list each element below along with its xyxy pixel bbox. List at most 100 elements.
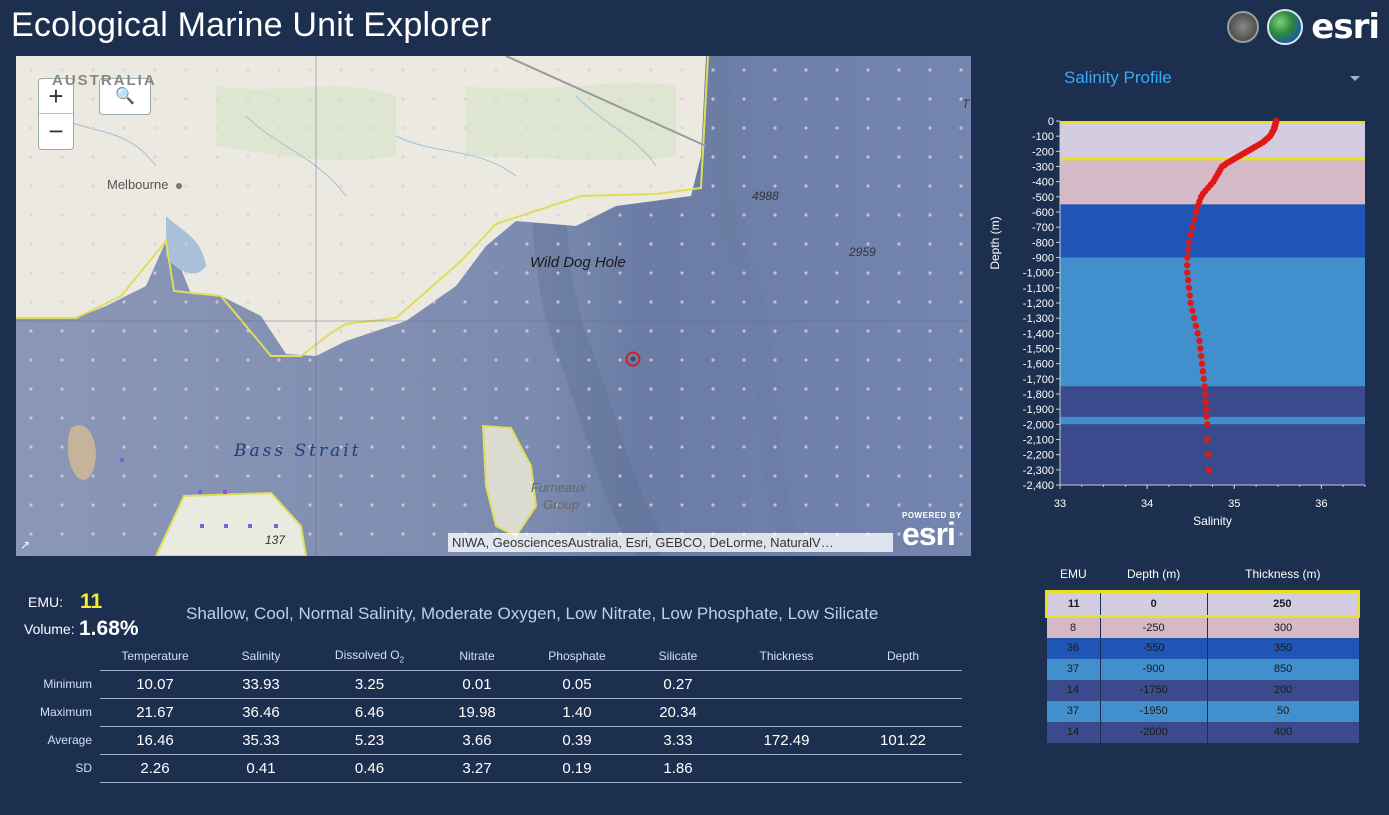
y-tick-label: 0 bbox=[1048, 116, 1054, 128]
salinity-data-point bbox=[1204, 451, 1212, 458]
salinity-data-point bbox=[1203, 405, 1210, 413]
emu-table-cell-emu: 14 bbox=[1046, 721, 1101, 743]
stats-header-salinity: Salinity bbox=[210, 643, 312, 671]
stats-cell: 10.07 bbox=[100, 670, 210, 699]
stats-row-label: Maximum bbox=[39, 705, 92, 719]
emu-table-cell-emu: 8 bbox=[1046, 616, 1101, 638]
salinity-data-point bbox=[1191, 216, 1198, 223]
stats-cell: 21.67 bbox=[100, 698, 210, 727]
salinity-data-point bbox=[1186, 292, 1194, 299]
y-tick-label: -900 bbox=[1032, 253, 1054, 265]
stats-cell: 33.93 bbox=[210, 670, 312, 699]
stats-header-o2-subscript: 2 bbox=[399, 655, 405, 665]
profile-band bbox=[1060, 386, 1365, 417]
emu-table-row[interactable]: 8 -250 300 bbox=[1046, 616, 1359, 638]
salinity-data-point bbox=[1185, 239, 1193, 246]
zoom-out-button[interactable]: − bbox=[39, 114, 73, 149]
stats-cell bbox=[729, 698, 844, 727]
emu-description: Shallow, Cool, Normal Salinity, Moderate… bbox=[186, 604, 879, 623]
emu-table-cell-emu: 14 bbox=[1046, 679, 1101, 701]
emu-table-cell-emu: 36 bbox=[1046, 637, 1101, 659]
emu-table-row[interactable]: 36 -550 350 bbox=[1046, 637, 1359, 659]
stats-cell: 0.46 bbox=[312, 754, 427, 783]
salinity-data-point bbox=[1204, 436, 1211, 443]
map-label-group: Group bbox=[543, 497, 580, 512]
emu-stats-table: Temperature Salinity Dissolved O2 Nitrat… bbox=[30, 643, 962, 783]
stats-cell: 0.19 bbox=[527, 754, 627, 783]
salinity-data-point bbox=[1192, 322, 1200, 329]
map-label-depth-137: 137 bbox=[265, 533, 286, 547]
y-tick-label: -1,700 bbox=[1023, 374, 1054, 386]
map-label-australia: AUSTRALIA bbox=[52, 72, 157, 89]
stats-cell: 5.23 bbox=[312, 726, 427, 755]
x-tick-label: 35 bbox=[1228, 498, 1240, 510]
emu-table-cell-thickness: 850 bbox=[1207, 658, 1359, 680]
powered-by-esri-logo: POWERED BY esri bbox=[902, 511, 962, 550]
stats-row: Minimum 10.07 33.93 3.25 0.01 0.05 0.27 bbox=[30, 670, 962, 699]
stats-cell: 101.22 bbox=[844, 726, 962, 755]
emu-col-header: EMU bbox=[1059, 567, 1087, 581]
app-title: Ecological Marine Unit Explorer bbox=[11, 6, 492, 44]
emu-label: EMU: bbox=[28, 594, 63, 610]
esri-globe-icon bbox=[1267, 9, 1304, 45]
y-tick-label: -2,200 bbox=[1023, 450, 1054, 462]
emu-table-row[interactable]: 11 0 250 bbox=[1045, 590, 1361, 618]
salinity-data-point bbox=[1184, 261, 1191, 269]
salinity-data-point bbox=[1187, 231, 1194, 238]
emu-table-row[interactable]: 37 -900 850 bbox=[1046, 658, 1359, 680]
emu-layer-table: EMU Depth (m) Thickness (m) 11 0 250 8 -250 3… bbox=[1045, 565, 1361, 743]
emu-table-row[interactable]: 37 -1950 50 bbox=[1046, 700, 1359, 722]
stats-cell: 172.49 bbox=[729, 726, 844, 755]
stats-cell: 3.66 bbox=[427, 726, 527, 755]
salinity-data-point bbox=[1204, 421, 1211, 428]
salinity-data-point bbox=[1189, 307, 1196, 314]
emu-table-cell-thickness: 250 bbox=[1207, 590, 1361, 618]
salinity-data-point bbox=[1202, 398, 1209, 405]
y-tick-label: -1,100 bbox=[1023, 283, 1054, 295]
stats-cell: 3.25 bbox=[312, 670, 427, 699]
map-view[interactable]: + − 🔍 AUSTRALIA Melbourne Wild Dog Hole … bbox=[16, 56, 971, 556]
stats-cell: 1.40 bbox=[527, 698, 627, 727]
stats-header-depth: Depth bbox=[844, 643, 962, 671]
y-tick-label: -600 bbox=[1032, 207, 1054, 219]
map-label-furneaux: Furneaux bbox=[531, 480, 586, 495]
stats-header-nitrate: Nitrate bbox=[427, 643, 527, 671]
emu-table-cell-depth: -250 bbox=[1100, 616, 1208, 638]
emu-table-cell-depth: -1950 bbox=[1100, 700, 1208, 722]
stats-header-phosphate: Phosphate bbox=[527, 643, 627, 671]
stats-cell: 35.33 bbox=[210, 726, 312, 755]
y-tick-label: -1,000 bbox=[1023, 268, 1054, 280]
salinity-data-point bbox=[1199, 368, 1207, 375]
salinity-data-point bbox=[1187, 299, 1194, 307]
expand-icon[interactable]: ↗ bbox=[20, 539, 32, 551]
stats-header-dissolved-o2: Dissolved O2 bbox=[312, 643, 427, 671]
emu-table-row[interactable]: 14 -1750 200 bbox=[1046, 679, 1359, 701]
emu-table-cell-emu: 37 bbox=[1046, 658, 1101, 680]
depth-col-header: Depth (m) bbox=[1126, 567, 1181, 581]
y-tick-label: -1,900 bbox=[1023, 404, 1054, 416]
y-tick-label: -700 bbox=[1032, 222, 1054, 234]
map-label-wild-dog-hole: Wild Dog Hole bbox=[530, 254, 626, 271]
search-icon: 🔍 bbox=[115, 88, 135, 105]
salinity-data-point bbox=[1200, 375, 1207, 383]
salinity-data-point bbox=[1184, 246, 1192, 254]
emu-table-row[interactable]: 14 -2000 400 bbox=[1046, 721, 1359, 743]
stats-header-temperature: Temperature bbox=[100, 643, 210, 671]
emu-table-cell-thickness: 50 bbox=[1207, 700, 1359, 722]
stats-row: SD 2.26 0.41 0.46 3.27 0.19 1.86 bbox=[30, 754, 962, 783]
stats-cell bbox=[844, 754, 962, 783]
emu-table-cell-depth: -1750 bbox=[1100, 679, 1208, 701]
stats-cell: 3.27 bbox=[427, 754, 527, 783]
melbourne-point-icon bbox=[176, 183, 182, 189]
agency-seal-icon bbox=[1227, 11, 1260, 43]
stats-row: Maximum 21.67 36.46 6.46 19.98 1.40 20.34 bbox=[30, 698, 962, 727]
stats-cell: 0.05 bbox=[527, 670, 627, 699]
stats-cell: 20.34 bbox=[627, 698, 729, 727]
profile-select[interactable]: Salinity Profile bbox=[1064, 68, 1364, 92]
emu-value: 11 bbox=[80, 590, 103, 613]
y-tick-label: -2,300 bbox=[1023, 465, 1054, 477]
volume-value: 1.68% bbox=[79, 617, 139, 640]
emu-table-cell-depth: -900 bbox=[1100, 658, 1208, 680]
emu-table-cell-depth: 0 bbox=[1100, 590, 1208, 618]
y-tick-label: -400 bbox=[1032, 177, 1054, 189]
